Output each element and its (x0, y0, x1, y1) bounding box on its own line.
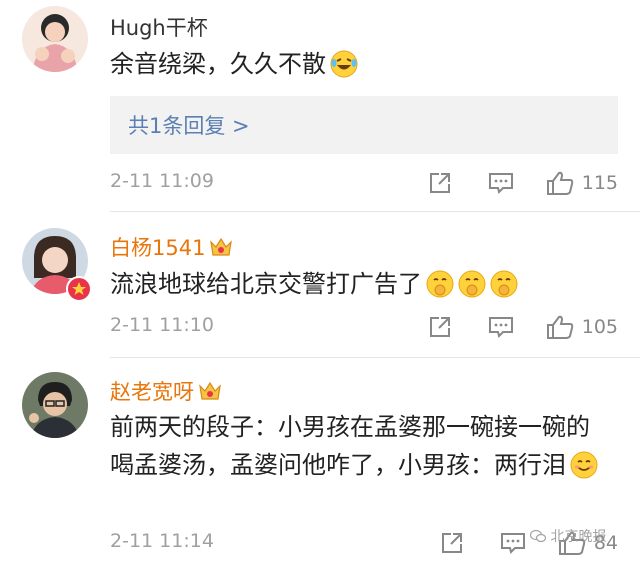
comment-item: Hugh干杯 余音绕梁，久久不散 共1条回复 > 2-11 11:09 115 (0, 0, 640, 212)
share-button[interactable] (440, 531, 464, 555)
comment-body: 余音绕梁，久久不散 (110, 50, 326, 78)
like-button[interactable]: 105 (546, 314, 618, 340)
like-button[interactable]: 115 (546, 170, 618, 196)
shush-emoji-icon (458, 270, 486, 298)
comment-text: 流浪地球给北京交警打广告了 (110, 266, 610, 302)
username[interactable]: Hugh干杯 (110, 12, 208, 42)
comment-body: 前两天的段子：小男孩在孟婆那一碗接一碗的喝孟婆汤，孟婆问他咋了，小男孩：两行泪 (110, 413, 590, 479)
like-count: 105 (581, 316, 618, 338)
share-icon (429, 173, 450, 193)
comment-icon (488, 317, 513, 338)
avatar[interactable] (22, 372, 88, 438)
share-button[interactable] (428, 315, 452, 339)
comment-button[interactable] (488, 171, 514, 195)
wechat-icon (529, 529, 547, 547)
action-bar: 105 (428, 312, 618, 342)
verified-badge (66, 276, 92, 302)
timestamp: 2-11 11:09 (110, 170, 214, 192)
username-text: 赵老宽呀 (110, 380, 194, 404)
thumbs-up-icon (546, 315, 573, 339)
view-replies-link[interactable]: 共1条回复 > (128, 110, 250, 140)
username[interactable]: 赵老宽呀 (110, 376, 223, 406)
share-button[interactable] (428, 171, 452, 195)
thumbs-up-icon (546, 171, 573, 195)
comment-body: 流浪地球给北京交警打广告了 (110, 270, 422, 298)
comment-text: 余音绕梁，久久不散 (110, 46, 610, 82)
timestamp: 2-11 11:10 (110, 314, 214, 336)
reply-box[interactable]: 共1条回复 > (110, 96, 618, 154)
comment-icon (500, 533, 525, 554)
share-icon (429, 317, 450, 337)
shush-emoji-icon (426, 270, 454, 298)
comment-icon (488, 173, 513, 194)
crown-badge-icon (208, 236, 234, 258)
avatar[interactable] (22, 6, 88, 72)
username[interactable]: 白杨1541 (110, 232, 234, 262)
watermark-text: 北京晚报 (550, 529, 607, 545)
like-count: 115 (581, 172, 618, 194)
comment-button[interactable] (500, 531, 526, 555)
comment-meta: 2-11 11:10 105 (110, 312, 618, 342)
comment-text: 前两天的段子：小男孩在孟婆那一碗接一碗的喝孟婆汤，孟婆问他咋了，小男孩：两行泪 (110, 408, 600, 484)
watermark: 北京晚报 (529, 526, 607, 547)
comment-button[interactable] (488, 315, 514, 339)
username-text: 白杨1541 (110, 236, 206, 260)
crown-badge-icon (197, 380, 223, 402)
share-icon (441, 533, 462, 553)
comment-item: 白杨1541 流浪地球给北京交警打广告了 2-11 11:10 105 (0, 212, 640, 358)
timestamp: 2-11 11:14 (110, 530, 214, 552)
laughing-tears-emoji-icon (330, 50, 358, 78)
shush-emoji-icon (490, 270, 518, 298)
action-bar: 115 (428, 168, 618, 198)
smile-emoji-icon (570, 451, 598, 479)
comment-meta: 2-11 11:09 115 (110, 168, 618, 198)
